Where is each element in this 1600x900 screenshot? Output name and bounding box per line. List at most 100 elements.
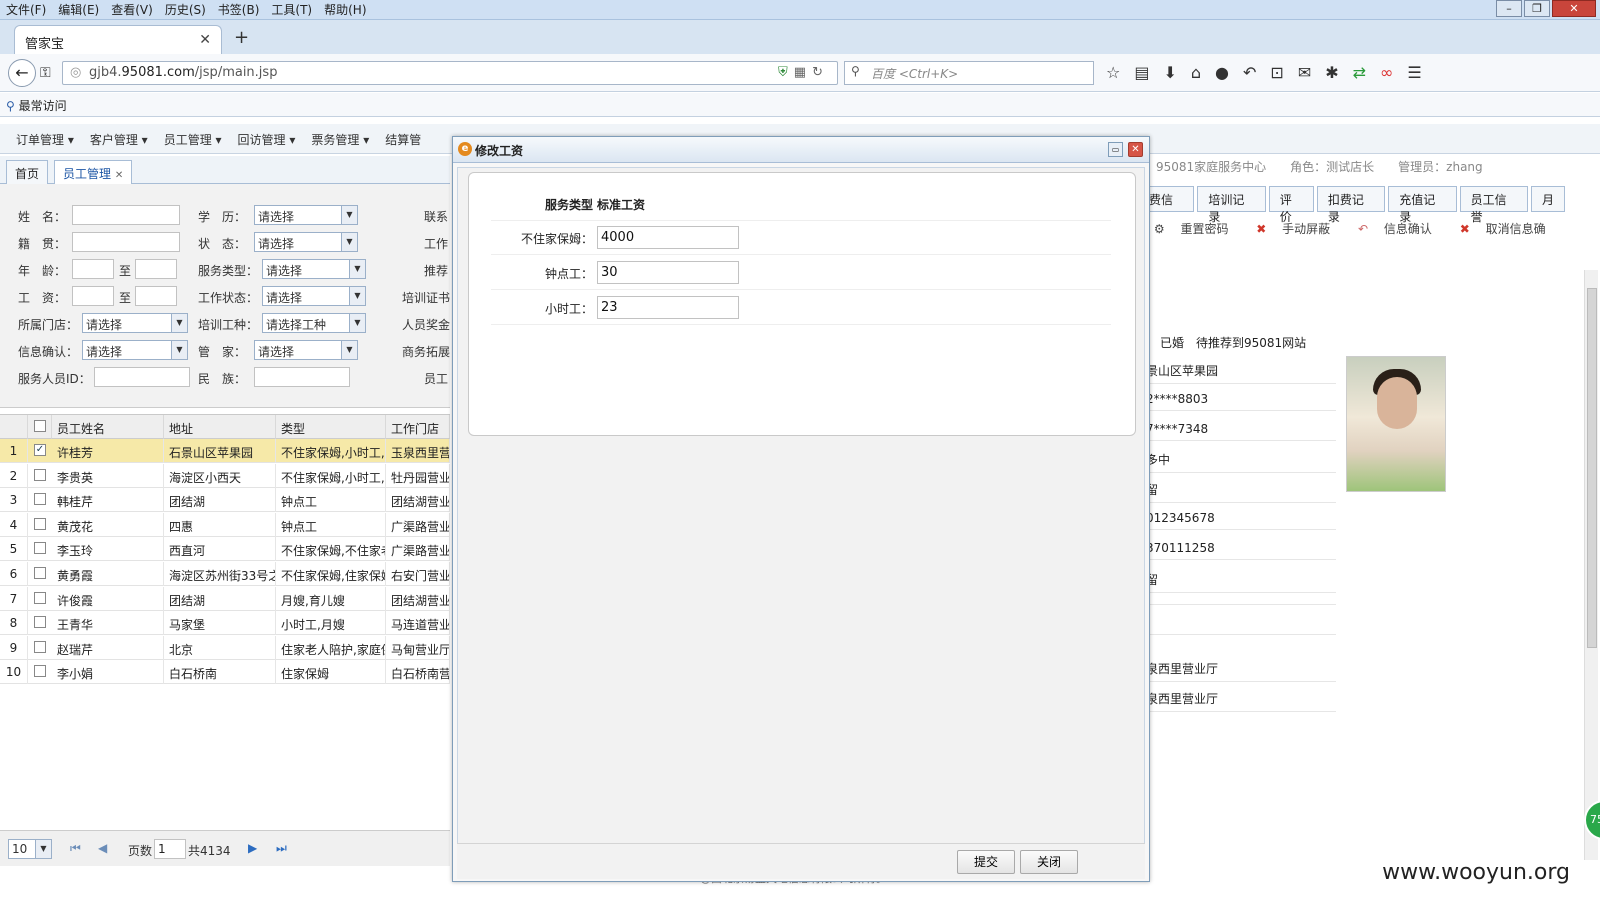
nation-input[interactable]: [254, 367, 350, 387]
select-all-checkbox[interactable]: [34, 420, 46, 432]
scrollbar-thumb[interactable]: [1587, 288, 1597, 648]
service-type-select[interactable]: 请选择 ▼: [262, 259, 366, 279]
row-checkbox[interactable]: [34, 517, 46, 530]
staff-id-input[interactable]: [94, 367, 190, 387]
tab-close-icon[interactable]: ✕: [115, 170, 123, 181]
table-row[interactable]: 10 李小娟 白石桥南 住家保姆 白石桥南营: [0, 660, 450, 685]
search-input[interactable]: ⚲ 百度 <Ctrl+K>: [844, 61, 1094, 85]
nav-order-management[interactable]: 订单管理 ▾: [8, 124, 82, 155]
nav-visit-management[interactable]: 回访管理 ▾: [230, 124, 304, 155]
column-header-type[interactable]: 类型: [276, 415, 386, 439]
row-checkbox[interactable]: [34, 542, 46, 555]
hourly-salary-input[interactable]: [597, 296, 739, 319]
table-row[interactable]: 4 黄茂花 四惠 钟点工 广渠路营业: [0, 512, 450, 537]
star-icon[interactable]: ☆: [1106, 63, 1120, 82]
column-header-store[interactable]: 工作门店: [386, 415, 450, 439]
name-input[interactable]: [72, 205, 180, 225]
page-number-input[interactable]: 1: [154, 839, 186, 859]
edu-select[interactable]: 请选择 ▼: [254, 205, 358, 225]
salary-from-input[interactable]: [72, 286, 114, 306]
bug-icon[interactable]: ✱: [1325, 63, 1338, 82]
table-row[interactable]: 1 许桂芳 石景山区苹果园 不住家保姆,小时工,钅 玉泉西里营 ✓: [0, 439, 450, 463]
table-row[interactable]: 8 王青华 马家堡 小时工,月嫂 马连道营业: [0, 611, 450, 636]
action-confirm-info[interactable]: ↶ 信息确认: [1358, 222, 1444, 236]
menu-help[interactable]: 帮助(H): [318, 0, 372, 20]
row-checkbox[interactable]: ✓: [34, 444, 46, 456]
status-select[interactable]: 请选择 ▼: [254, 232, 358, 252]
close-window-icon[interactable]: ✕: [1552, 0, 1596, 17]
key-icon[interactable]: ⚿: [40, 65, 51, 81]
menu-file[interactable]: 文件(F): [0, 0, 52, 20]
menu-tools[interactable]: 工具(T): [265, 0, 318, 20]
nav-customer-management[interactable]: 客户管理 ▾: [82, 124, 156, 155]
table-row[interactable]: 9 赵瑞芹 北京 住家老人陪护,家庭保 马甸营业厅: [0, 635, 450, 660]
undo-icon[interactable]: ↶: [1243, 63, 1256, 82]
maximize-icon[interactable]: ▭: [1108, 142, 1123, 157]
row-checkbox[interactable]: [34, 616, 46, 629]
table-row[interactable]: 7 许俊霞 团结湖 月嫂,育儿嫂 团结湖营业: [0, 586, 450, 611]
submit-button[interactable]: 提交: [957, 850, 1015, 874]
row-checkbox[interactable]: [34, 665, 46, 678]
crop-icon[interactable]: ⊡: [1270, 63, 1283, 82]
native-input[interactable]: [72, 232, 180, 252]
age-to-input[interactable]: [135, 259, 177, 279]
tab-home[interactable]: 首页: [6, 160, 49, 184]
age-from-input[interactable]: [72, 259, 114, 279]
store-select[interactable]: 请选择 ▼: [82, 313, 188, 333]
prev-page-icon[interactable]: ◀: [98, 841, 107, 855]
qr-icon[interactable]: ▦: [794, 65, 812, 80]
last-page-icon[interactable]: ⏭: [276, 841, 287, 856]
table-row[interactable]: 5 李玉玲 西直河 不住家保姆,不住家老 广渠路营业: [0, 537, 450, 562]
download-icon[interactable]: ⬇: [1163, 63, 1176, 82]
menu-history[interactable]: 历史(S): [159, 0, 212, 20]
tab-close-icon[interactable]: ✕: [199, 32, 211, 48]
sync-icon[interactable]: ⇄: [1353, 63, 1366, 82]
confirm-select[interactable]: 请选择 ▼: [82, 340, 188, 360]
column-header-address[interactable]: 地址: [164, 415, 276, 439]
row-checkbox[interactable]: [34, 591, 46, 604]
table-row[interactable]: 3 韩桂芹 团结湖 钟点工 团结湖营业: [0, 488, 450, 513]
menu-view[interactable]: 查看(V): [105, 0, 159, 20]
tab-recharge-records[interactable]: 充值记录: [1388, 186, 1457, 224]
row-checkbox[interactable]: [34, 468, 46, 481]
row-checkbox[interactable]: [34, 567, 46, 579]
home-icon[interactable]: ⌂: [1191, 63, 1201, 82]
nav-staff-management[interactable]: 员工管理 ▾: [156, 124, 230, 155]
url-shield-icon[interactable]: ⛨▦↻: [778, 65, 829, 80]
work-status-select[interactable]: 请选择 ▼: [262, 286, 366, 306]
tab-training-records[interactable]: 培训记录: [1197, 186, 1266, 224]
dialog-title-bar[interactable]: e 修改工资 ▭ ✕: [453, 137, 1149, 163]
hamburger-menu-icon[interactable]: ☰: [1407, 63, 1421, 82]
close-icon[interactable]: ✕: [1128, 142, 1143, 157]
row-checkbox[interactable]: [34, 640, 46, 653]
url-bar[interactable]: ◎ gjb4.95081.com/jsp/main.jsp ⛨▦↻: [62, 61, 838, 85]
page-size-select[interactable]: 10 ▼: [8, 839, 52, 859]
close-button[interactable]: 关闭: [1020, 850, 1078, 874]
tab-more[interactable]: 月: [1530, 186, 1565, 212]
salary-to-input[interactable]: [135, 286, 177, 306]
row-checkbox[interactable]: [34, 493, 46, 506]
nav-ticket-management[interactable]: 票务管理 ▾: [303, 124, 377, 155]
table-row[interactable]: 6 黄勇霞 海淀区苏州街33号之 不住家保姆,住家保姆 右安门营业: [0, 562, 450, 586]
nav-settlement[interactable]: 结算管: [377, 124, 429, 155]
browser-tab[interactable]: 管家宝 ✕: [14, 25, 222, 54]
butler-select[interactable]: 请选择 ▼: [254, 340, 358, 360]
back-icon[interactable]: ←: [8, 59, 36, 87]
restore-icon[interactable]: ❐: [1524, 0, 1550, 17]
tab-evaluation[interactable]: 评价: [1268, 186, 1314, 224]
link-icon[interactable]: ∞: [1380, 63, 1393, 82]
chat-icon[interactable]: ●: [1215, 63, 1229, 82]
training-select[interactable]: 请选择工种 ▼: [262, 313, 366, 333]
bookmark-most-visited[interactable]: 最常访问: [19, 99, 67, 113]
tab-staff-management[interactable]: 员工管理 ✕: [54, 160, 133, 184]
next-page-icon[interactable]: ▶: [248, 841, 257, 855]
panel-scrollbar[interactable]: [1584, 270, 1598, 860]
comment-icon[interactable]: ✉: [1298, 63, 1311, 82]
tab-staff-credit[interactable]: 员工信誉: [1459, 186, 1528, 224]
table-row[interactable]: 2 李贵英 海淀区小西天 不住家保姆,小时工,钅 牡丹园营业: [0, 463, 450, 488]
part-time-salary-input[interactable]: [597, 261, 739, 284]
first-page-icon[interactable]: ⏮: [70, 841, 81, 856]
menu-edit[interactable]: 编辑(E): [52, 0, 105, 20]
column-header-name[interactable]: 员工姓名: [52, 415, 164, 439]
reader-icon[interactable]: ▤: [1134, 63, 1149, 82]
